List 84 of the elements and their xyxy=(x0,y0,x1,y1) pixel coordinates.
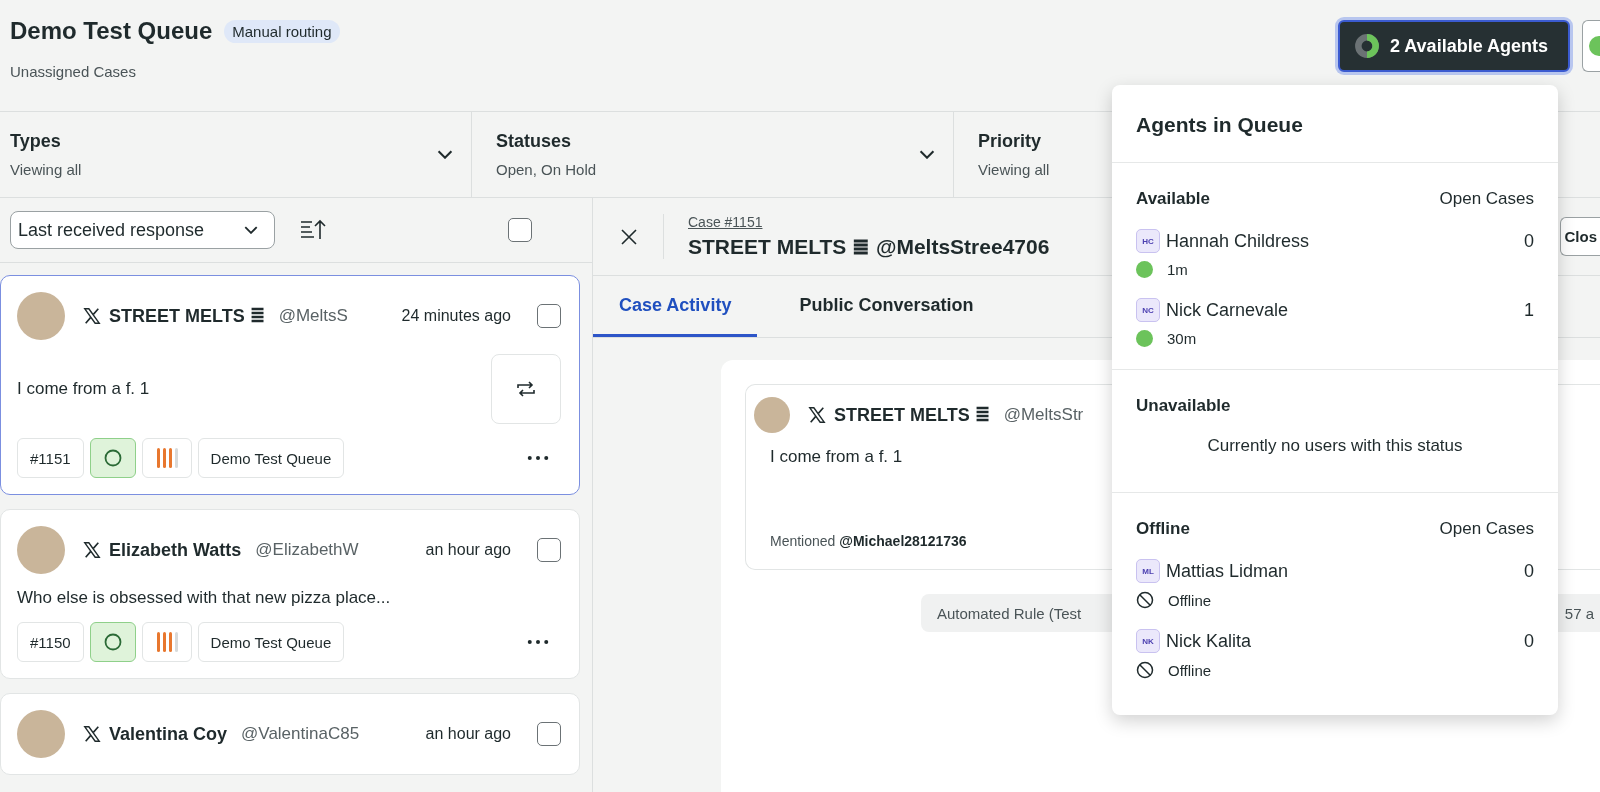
initials-avatar: NK xyxy=(1136,629,1160,653)
case-card[interactable]: STREET MELTS ≣ @MeltsS 24 minutes ago I come from a f. 1 #1151 Demo Test Queue xyxy=(0,275,580,495)
section-title: Unavailable xyxy=(1136,396,1231,416)
close-case-button[interactable]: Clos xyxy=(1560,217,1600,256)
status-text: Offline xyxy=(1168,591,1212,609)
section-title: Available xyxy=(1136,189,1211,209)
queue-tag: Demo Test Queue xyxy=(197,438,345,478)
status-text: 30m xyxy=(1167,330,1197,347)
x-logo-icon xyxy=(808,406,826,424)
avatar-placeholder xyxy=(754,397,790,433)
queue-subtitle: Unassigned Cases xyxy=(10,63,137,80)
tab[interactable]: Public Conversation xyxy=(773,276,1000,337)
timestamp: an hour ago xyxy=(425,725,511,743)
initials-avatar: NC xyxy=(1136,298,1160,322)
x-logo-icon xyxy=(83,541,101,559)
sort-dropdown[interactable]: Last received response xyxy=(10,211,275,249)
timestamp: 24 minutes ago xyxy=(401,307,511,325)
agent-name: Nick Carnevale xyxy=(1166,299,1289,321)
author-handle: @MeltsStr xyxy=(1003,405,1084,425)
author-handle: @ValentinaC85 xyxy=(241,724,360,744)
available-agents-button[interactable]: 2 Available Agents xyxy=(1337,20,1570,72)
select-all-checkbox[interactable] xyxy=(508,218,532,242)
sort-icon[interactable] xyxy=(299,218,327,242)
priority-bars-icon xyxy=(154,631,179,653)
status-button[interactable] xyxy=(1582,20,1600,72)
case-card[interactable]: Valentina Coy @ValentinaC85 an hour ago xyxy=(0,693,580,775)
more-options-icon[interactable] xyxy=(527,639,549,645)
chevron-down-icon xyxy=(244,226,258,234)
section-title: Offline xyxy=(1136,519,1190,539)
status-text: Offline xyxy=(1168,661,1212,679)
more-options-icon[interactable] xyxy=(527,455,549,461)
event-time: 57 a xyxy=(1564,604,1594,622)
x-logo-icon xyxy=(83,307,101,325)
open-status-icon xyxy=(102,632,123,652)
tab[interactable]: Case Activity xyxy=(593,276,758,337)
column-header: Open Cases xyxy=(1439,519,1534,539)
mention-text: Mentioned @Michael28121736 xyxy=(770,533,967,549)
open-cases-count: 0 xyxy=(1524,560,1534,582)
avatar-placeholder xyxy=(17,710,65,758)
initials-avatar: HC xyxy=(1136,229,1160,253)
chevron-down-icon xyxy=(437,150,453,159)
initials-avatar: ML xyxy=(1136,559,1160,583)
author-name: STREET MELTS ≣ xyxy=(109,305,265,327)
event-text: Automated Rule (Test xyxy=(937,604,1082,622)
message-text: Who else is obsessed with that new pizza place... xyxy=(17,588,391,608)
timestamp: an hour ago xyxy=(425,541,511,559)
status-text: 1m xyxy=(1167,261,1188,278)
routing-badge: Manual routing xyxy=(224,19,340,43)
open-cases-count: 0 xyxy=(1524,630,1534,652)
case-number-tag: #1150 xyxy=(17,622,84,662)
column-header: Open Cases xyxy=(1439,189,1534,209)
agent-name: Mattias Lidman xyxy=(1166,560,1289,582)
queue-title: Demo Test Queue xyxy=(10,17,213,45)
empty-message: Currently no users with this status xyxy=(1207,436,1463,457)
case-number-tag: #1151 xyxy=(17,438,84,478)
case-link[interactable]: Case #1151 xyxy=(688,214,1050,230)
open-cases-count: 0 xyxy=(1524,230,1534,252)
avatar-placeholder xyxy=(17,292,65,340)
filter-dropdown[interactable]: Statuses Open, On Hold xyxy=(472,112,954,197)
open-cases-count: 1 xyxy=(1524,299,1534,321)
x-logo-icon xyxy=(83,725,101,743)
author-name: Elizabeth Watts xyxy=(109,539,242,561)
case-checkbox[interactable] xyxy=(537,722,561,746)
close-icon[interactable] xyxy=(619,226,639,247)
donut-icon xyxy=(1353,33,1380,59)
author-handle: @ElizabethW xyxy=(255,540,359,560)
case-card[interactable]: Elizabeth Watts @ElizabethW an hour ago Who else is obsessed with that new pizza place... #1150 Demo Test Queue xyxy=(0,509,580,679)
author-name: Valentina Coy xyxy=(109,723,228,745)
priority-bars-icon xyxy=(154,447,179,469)
queue-tag: Demo Test Queue xyxy=(197,622,345,662)
case-title: STREET MELTS ≣ @MeltsStree4706 xyxy=(688,235,1050,259)
agent-name: Hannah Childress xyxy=(1166,230,1310,252)
agent-name: Nick Kalita xyxy=(1166,630,1252,652)
popup-title: Agents in Queue xyxy=(1112,85,1558,163)
author-handle: @MeltsS xyxy=(278,306,348,326)
open-status-icon xyxy=(102,448,123,468)
filter-dropdown[interactable]: Types Viewing all xyxy=(0,112,472,197)
message-text: I come from a f. 1 xyxy=(770,447,903,467)
case-checkbox[interactable] xyxy=(537,304,561,328)
case-checkbox[interactable] xyxy=(537,538,561,562)
author-name: STREET MELTS ≣ xyxy=(834,404,990,426)
message-text: I come from a f. 1 xyxy=(17,379,150,399)
avatar-placeholder xyxy=(17,526,65,574)
chevron-down-icon xyxy=(919,150,935,159)
